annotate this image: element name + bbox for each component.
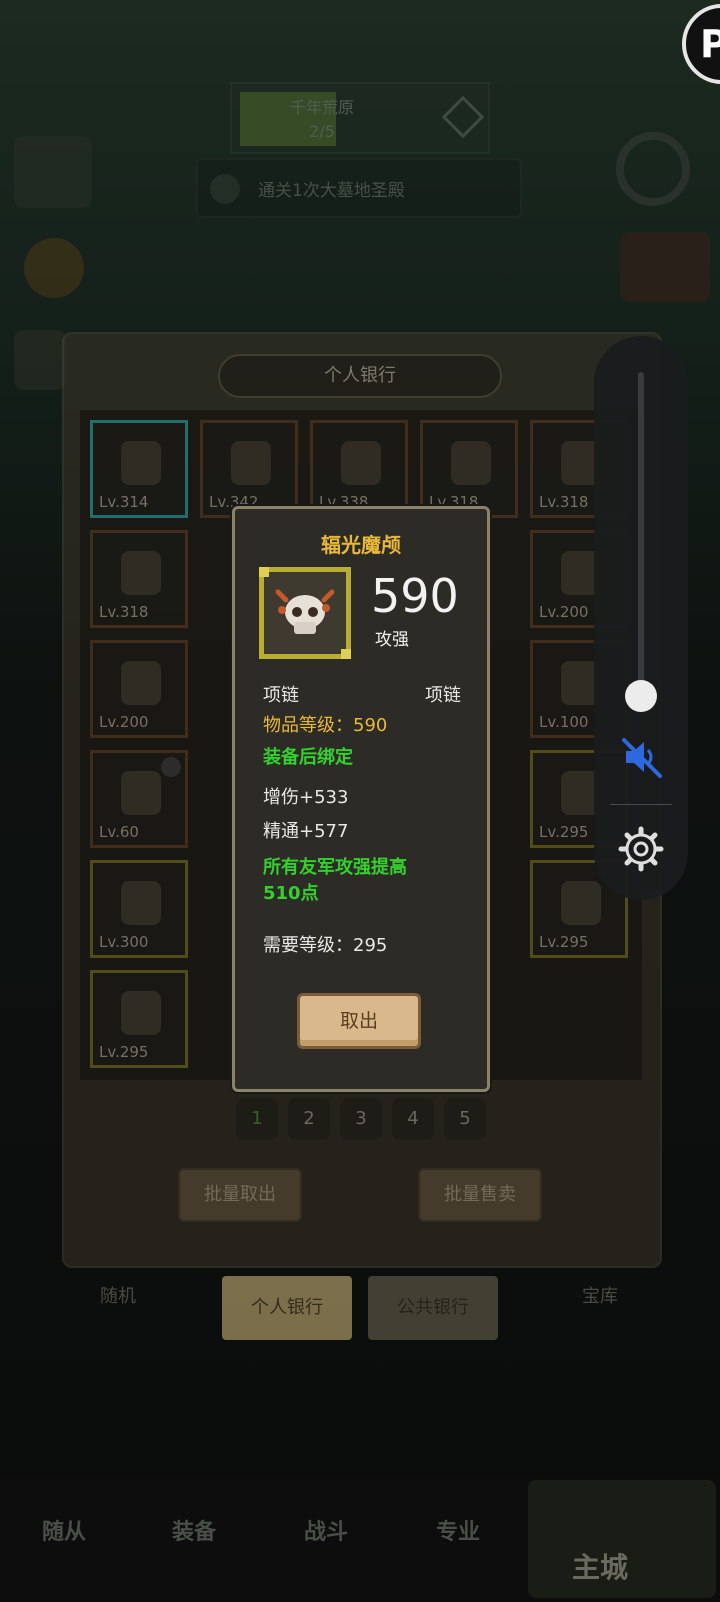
bank-slot[interactable]: Lv.318 xyxy=(420,420,518,518)
nav-equipment[interactable]: 装备 xyxy=(172,1514,216,1546)
stat-mastery: 精通+577 xyxy=(263,821,349,842)
task-tracker[interactable]: 通关1次大墓地圣殿 xyxy=(196,158,522,218)
nav-battle[interactable]: 战斗 xyxy=(304,1514,348,1546)
bank-slot[interactable]: Lv.314 xyxy=(90,420,188,518)
quest-book-icon[interactable] xyxy=(14,330,66,390)
app-badge-icon[interactable]: P xyxy=(682,4,720,84)
take-out-button[interactable]: 取出 xyxy=(297,993,421,1049)
home-label: 主城 xyxy=(572,1551,629,1584)
page-3-button[interactable]: 3 xyxy=(340,1098,382,1140)
slot-level: Lv.295 xyxy=(99,1043,149,1061)
ring-icon xyxy=(341,441,381,485)
task-status-icon xyxy=(210,174,240,204)
task-text: 通关1次大墓地圣殿 xyxy=(258,181,405,201)
slot-level: Lv.200 xyxy=(99,713,149,731)
sword-icon xyxy=(121,441,161,485)
bind-note: 装备后绑定 xyxy=(263,747,353,768)
item-name: 辐光魔颅 xyxy=(321,533,401,557)
volume-slider-track[interactable] xyxy=(638,372,644,694)
hood-icon xyxy=(451,441,491,485)
item-tooltip: 辐光魔颅 590 攻强 项链 项链 物品等级：590 装备后绑定 增伤+533 … xyxy=(232,506,490,1092)
diamond-icon xyxy=(441,95,485,139)
bank-slot[interactable]: Lv.338 xyxy=(310,420,408,518)
quest-tracker[interactable]: 千年荒原 2/5 xyxy=(230,82,490,154)
bank-slot[interactable]: Lv.60 xyxy=(90,750,188,848)
bank-slot[interactable]: Lv.295 xyxy=(90,970,188,1068)
skull-icon xyxy=(259,567,351,659)
bank-slot[interactable]: Lv.318 xyxy=(90,530,188,628)
ring-icon xyxy=(561,881,601,925)
ring-icon xyxy=(121,991,161,1035)
bank-slot[interactable]: Lv.300 xyxy=(90,860,188,958)
required-level: 需要等级：295 xyxy=(263,935,388,956)
volume-panel xyxy=(594,336,688,900)
volume-divider xyxy=(610,804,672,805)
slot-level: Lv.318 xyxy=(99,603,149,621)
slot-level: Lv.60 xyxy=(99,823,139,841)
item-power-label: 攻强 xyxy=(375,630,409,650)
badge-letter: P xyxy=(700,22,720,66)
stat-damage: 增伤+533 xyxy=(263,787,349,808)
lock-icon xyxy=(161,757,181,777)
slot-level: Lv.100 xyxy=(539,713,589,731)
item-slot-type: 项链 xyxy=(263,685,299,706)
settings-gear-icon[interactable] xyxy=(618,826,664,876)
chest-icon[interactable] xyxy=(620,232,710,302)
mute-icon[interactable] xyxy=(616,732,666,786)
item-category: 项链 xyxy=(425,685,461,706)
helmet-icon xyxy=(121,881,161,925)
bank-slot[interactable]: Lv.342 xyxy=(200,420,298,518)
quest-progress: 2/5 xyxy=(309,122,335,141)
batch-take-button[interactable]: 批量取出 xyxy=(178,1168,302,1222)
nav-followers[interactable]: 随从 xyxy=(42,1514,86,1546)
slot-level: Lv.314 xyxy=(99,493,149,511)
faded-label-right: 宝库 xyxy=(582,1286,618,1307)
bank-title: 个人银行 xyxy=(218,354,502,398)
effect-line-1: 所有友军攻强提高 xyxy=(263,857,407,878)
item-level: 物品等级：590 xyxy=(263,715,388,736)
quest-title: 千年荒原 xyxy=(289,98,354,117)
page-5-button[interactable]: 5 xyxy=(444,1098,486,1140)
slot-level: Lv.300 xyxy=(99,933,149,951)
tab-public-bank[interactable]: 公共银行 xyxy=(368,1276,498,1340)
slot-level: Lv.295 xyxy=(539,933,589,951)
nav-profession[interactable]: 专业 xyxy=(436,1514,480,1546)
bank-slot[interactable]: Lv.200 xyxy=(90,640,188,738)
event-icon[interactable] xyxy=(14,136,92,208)
sword-icon xyxy=(121,661,161,705)
gear-icon[interactable] xyxy=(616,132,690,206)
page-2-button[interactable]: 2 xyxy=(288,1098,330,1140)
game-screen: { "quest": { "title": "千年荒原", "progress"… xyxy=(0,0,720,1602)
item-power: 590 xyxy=(371,569,459,623)
amulet-icon xyxy=(121,551,161,595)
page-1-button[interactable]: 1 xyxy=(236,1098,278,1140)
effect-line-2: 510点 xyxy=(263,883,319,904)
spear-icon xyxy=(121,771,161,815)
faded-label-left: 随机 xyxy=(100,1286,136,1307)
volume-slider-thumb[interactable] xyxy=(625,680,657,712)
batch-sell-button[interactable]: 批量售卖 xyxy=(418,1168,542,1222)
slot-level: Lv.295 xyxy=(539,823,589,841)
slot-level: Lv.200 xyxy=(539,603,589,621)
hood-icon xyxy=(231,441,271,485)
page-4-button[interactable]: 4 xyxy=(392,1098,434,1140)
coin-icon[interactable] xyxy=(24,238,84,298)
slot-level: Lv.318 xyxy=(539,493,589,511)
tab-personal-bank[interactable]: 个人银行 xyxy=(222,1276,352,1340)
